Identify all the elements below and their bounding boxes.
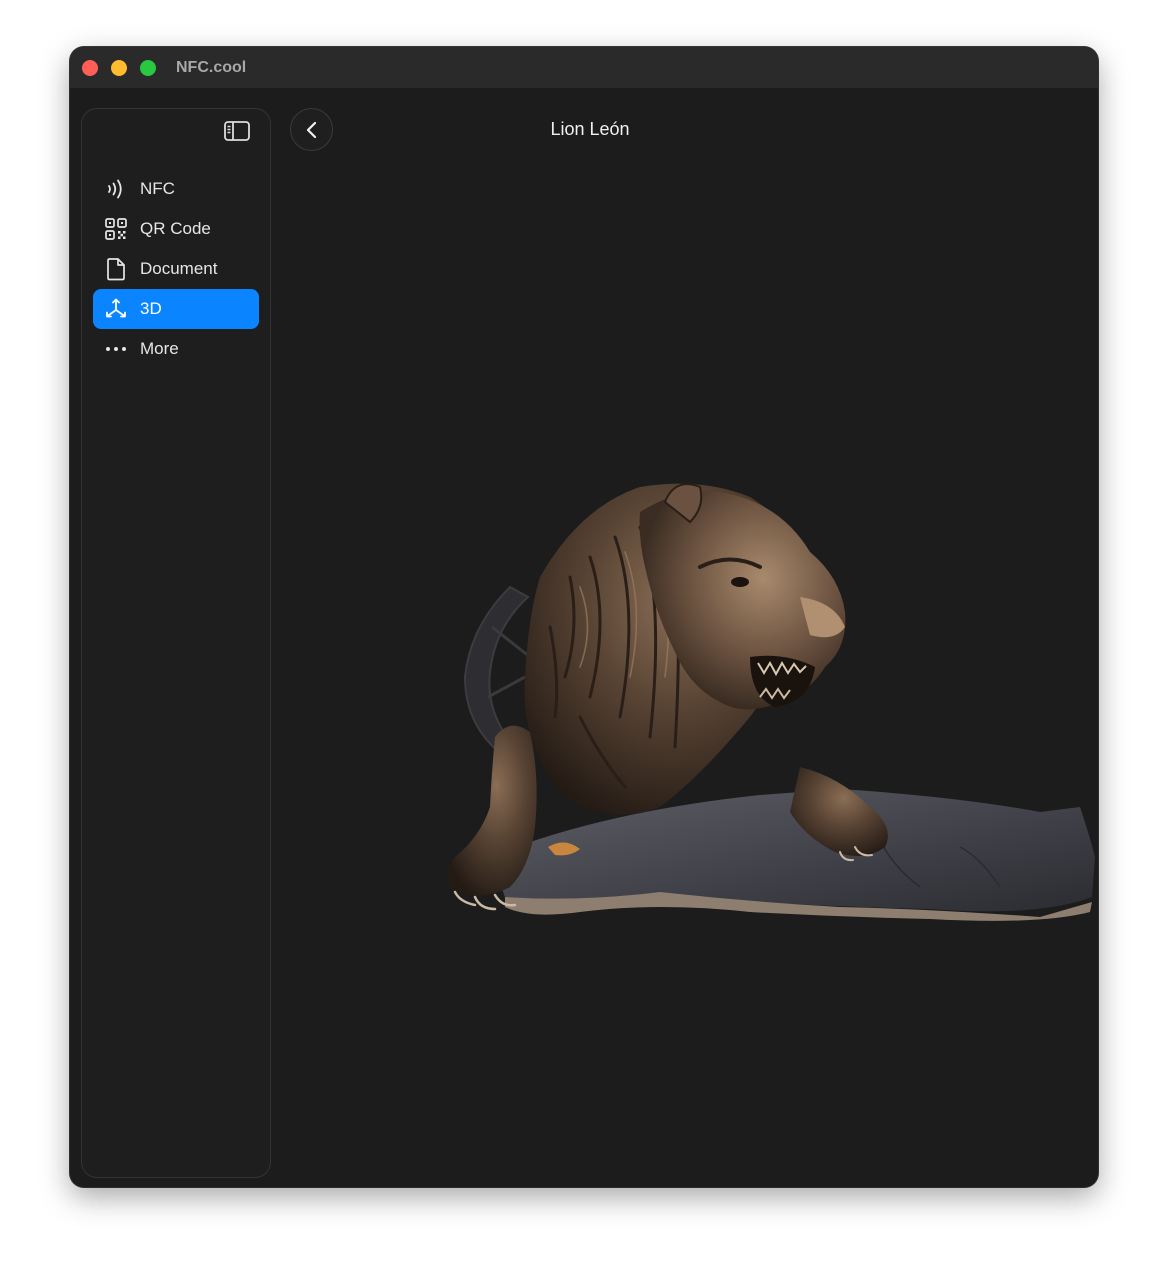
sidebar-item-nfc[interactable]: NFC [93,169,259,209]
close-window-button[interactable] [82,60,98,76]
sidebar: NFC QR Code Document 3D More [81,108,271,1178]
lion-statue-model [447,483,1095,921]
sidebar-item-label: Document [140,259,218,278]
3d-model-viewport[interactable] [280,157,1098,1187]
sidebar-toggle-button[interactable] [224,120,250,142]
document-icon [104,257,128,281]
sidebar-item-more[interactable]: More [93,329,259,369]
page-title: Lion León [550,119,630,139]
sidebar-left-icon [224,121,250,141]
nfc-waves-icon [104,177,128,201]
qrcode-icon [104,217,128,241]
sidebar-item-label: 3D [140,299,162,318]
minimize-window-button[interactable] [111,60,127,76]
ellipsis-icon [104,337,128,361]
back-button[interactable] [290,108,333,151]
sidebar-item-label: More [140,339,179,358]
sidebar-item-label: NFC [140,179,175,198]
sidebar-item-document[interactable]: Document [93,249,259,289]
chevron-left-icon [306,121,316,138]
3d-axes-icon [104,297,128,321]
title-bar[interactable]: NFC.cool [70,47,1098,88]
zoom-window-button[interactable] [140,60,156,76]
sidebar-item-label: QR Code [140,219,211,238]
sidebar-item-3d[interactable]: 3D [93,289,259,329]
sidebar-item-qr-code[interactable]: QR Code [93,209,259,249]
window-title: NFC.cool [176,59,247,76]
app-window: NFC.cool NFC QR Code Document 3D More Li… [70,47,1098,1187]
sidebar-nav: NFC QR Code Document 3D More [93,169,259,369]
